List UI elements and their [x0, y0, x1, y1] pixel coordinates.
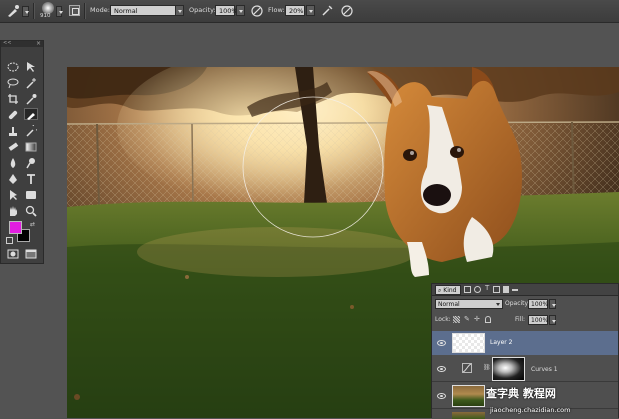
blur-tool-icon[interactable]	[6, 157, 20, 169]
lock-label: Lock:	[435, 316, 451, 323]
flow-dropdown-arrow[interactable]	[306, 5, 315, 16]
hand-tool-icon[interactable]	[6, 205, 20, 217]
brush-tool-active-icon[interactable]	[24, 108, 38, 120]
layer-row-curves-1[interactable]: ⛓ Curves 1	[432, 356, 618, 382]
foreground-color-fill	[9, 221, 22, 234]
dodge-tool-icon[interactable]	[24, 157, 38, 169]
mode-dropdown-arrow[interactable]	[175, 5, 184, 16]
lock-row: Lock: ✎ ✛ Fill: 100%	[432, 314, 618, 326]
collapse-icon[interactable]: <<	[3, 40, 11, 46]
type-tool-icon[interactable]	[24, 173, 38, 185]
pressure-opacity-icon[interactable]	[250, 4, 264, 18]
quick-mask-icon[interactable]	[6, 248, 20, 260]
swap-colors-icon[interactable]: ⇄	[30, 221, 35, 228]
flow-field[interactable]: 20%	[285, 5, 305, 16]
kind-filter-select[interactable]: ⌕ Kind	[435, 285, 461, 295]
layers-panel: ⌕ Kind T Normal Opacity: 100% Lock: ✎ ✛ …	[431, 283, 619, 419]
chain-link-icon[interactable]: ⛓	[483, 364, 491, 371]
curves-mask-thumbnail[interactable]	[492, 357, 525, 381]
opacity-field[interactable]: 100%	[215, 5, 238, 16]
close-icon[interactable]: ×	[36, 40, 41, 47]
screen-mode-icon[interactable]	[24, 248, 38, 260]
background-layer-thumbnail	[452, 385, 485, 407]
fill-label: Fill:	[515, 316, 526, 323]
visibility-eye-icon[interactable]	[437, 340, 446, 346]
mode-label: Mode:	[90, 6, 110, 14]
fill-arrow[interactable]	[549, 315, 556, 325]
flow-label: Flow:	[268, 6, 285, 14]
filter-type-icon[interactable]: T	[485, 284, 489, 292]
marquee-tool-icon[interactable]	[6, 61, 20, 73]
magic-wand-tool-icon[interactable]	[24, 77, 38, 89]
layer-2-thumbnail	[452, 333, 485, 353]
layers-filter-row: ⌕ Kind T	[432, 284, 618, 296]
eraser-tool-icon[interactable]	[6, 141, 20, 153]
filter-shape-icon[interactable]	[493, 286, 500, 293]
visibility-eye-icon[interactable]	[437, 393, 446, 399]
watermark-title: 查字典 教程网	[486, 387, 556, 400]
brush-tool-icon[interactable]	[6, 4, 20, 18]
lock-pixels-icon[interactable]: ✎	[464, 315, 470, 323]
airbrush-icon[interactable]	[320, 4, 334, 18]
filter-toggle-icon[interactable]	[512, 289, 518, 291]
layer-opacity-label: Opacity:	[505, 300, 530, 307]
filter-pixel-icon[interactable]	[464, 286, 471, 293]
tool-preset-dropdown[interactable]	[22, 6, 29, 17]
lock-transparent-icon[interactable]	[453, 316, 460, 323]
opacity-label: Opacity:	[189, 6, 216, 14]
gradient-tool-icon[interactable]	[24, 141, 38, 153]
layer-opacity-arrow[interactable]	[549, 299, 556, 309]
path-selection-tool-icon[interactable]	[6, 189, 20, 201]
brush-size-label: 910	[40, 13, 51, 19]
crop-tool-icon[interactable]	[6, 93, 20, 105]
pen-tool-icon[interactable]	[6, 173, 20, 185]
brush-picker-dropdown[interactable]	[56, 6, 63, 17]
eyedropper-tool-icon[interactable]	[24, 93, 38, 105]
layer-name: Layer 2	[490, 339, 513, 346]
layer-row-layer-2[interactable]: Layer 2	[432, 331, 618, 355]
opacity-dropdown-arrow[interactable]	[236, 5, 245, 16]
lasso-tool-icon[interactable]	[6, 77, 20, 89]
watermark-url: jiaocheng.chazidian.com	[490, 406, 571, 414]
visibility-eye-icon[interactable]	[437, 366, 446, 372]
healing-brush-tool-icon[interactable]	[6, 109, 20, 121]
pressure-size-icon[interactable]	[340, 4, 354, 18]
history-brush-tool-icon[interactable]	[24, 125, 38, 137]
zoom-tool-icon[interactable]	[24, 205, 38, 217]
lock-all-icon[interactable]	[485, 316, 491, 323]
curves-adjustment-icon	[462, 363, 472, 373]
tools-panel: << × ⇄	[0, 40, 44, 264]
mode-select[interactable]: Normal	[110, 5, 182, 16]
move-tool-icon[interactable]	[24, 61, 38, 73]
default-colors-icon[interactable]	[6, 237, 13, 244]
rectangle-tool-icon[interactable]	[24, 189, 38, 201]
blend-mode-select[interactable]: Normal	[435, 299, 503, 309]
blend-row: Normal Opacity: 100%	[432, 298, 618, 310]
brush-panel-toggle-icon[interactable]	[69, 5, 80, 16]
tools-panel-header[interactable]: << ×	[1, 40, 43, 47]
layer-name: Curves 1	[531, 366, 558, 373]
clone-stamp-tool-icon[interactable]	[6, 125, 20, 137]
fill-field[interactable]: 100%	[528, 315, 548, 325]
filter-adjustment-icon[interactable]	[474, 286, 481, 293]
blend-mode-arrow-icon[interactable]	[496, 303, 500, 306]
options-bar: 910 Mode: Normal Opacity: 100% Flow: 20%	[0, 0, 619, 23]
kind-filter-label: Kind	[443, 287, 457, 294]
filter-smart-object-icon[interactable]	[503, 286, 509, 293]
lock-position-icon[interactable]: ✛	[474, 315, 480, 323]
layer-opacity-field[interactable]: 100%	[528, 299, 548, 309]
